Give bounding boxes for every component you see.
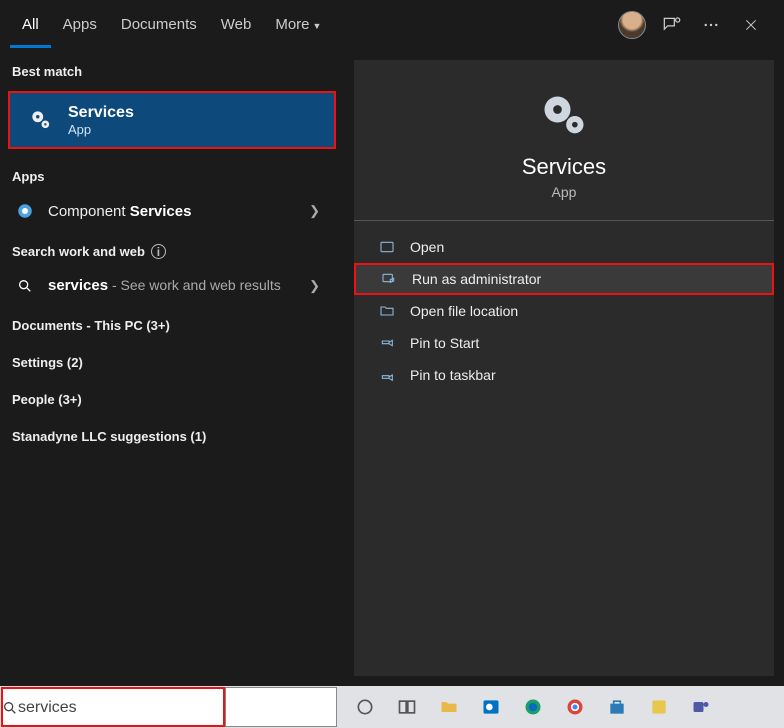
section-apps: Apps [0,155,344,192]
result-label: Component Services [48,203,191,220]
tab-more[interactable]: More ▼ [263,2,333,48]
edge-icon[interactable] [515,687,551,727]
feedback-icon[interactable] [656,10,686,40]
action-open-location[interactable]: Open file location [354,295,774,327]
user-avatar[interactable] [618,11,646,39]
action-open[interactable]: Open [354,231,774,263]
search-icon [14,278,36,294]
services-icon [28,107,54,133]
cortana-icon[interactable] [347,687,383,727]
store-icon[interactable] [599,687,635,727]
preview-panel: Services App Open Run as administrator [354,60,774,676]
notes-icon[interactable] [641,687,677,727]
result-bold: Services [130,203,192,220]
section-search-web: Search work and web i [0,230,344,267]
action-label: Pin to taskbar [410,367,496,383]
chrome-icon[interactable] [557,687,593,727]
taskbar-filter-box[interactable] [225,687,337,727]
top-tab-bar: All Apps Documents Web More ▼ [0,0,784,50]
best-match-title: Services [68,104,134,122]
section-people[interactable]: People (3+) [0,378,344,415]
action-label: Pin to Start [410,335,479,351]
result-label: services - See work and web results [48,277,281,294]
admin-icon [380,271,398,287]
tab-web[interactable]: Web [209,2,264,48]
tab-documents[interactable]: Documents [109,2,209,48]
pin-start-icon [378,335,396,351]
teams-icon[interactable] [683,687,719,727]
action-pin-taskbar[interactable]: Pin to taskbar [354,359,774,391]
open-icon [378,239,396,255]
search-icon [2,700,18,716]
best-match-result[interactable]: Services App [8,91,336,149]
action-label: Open [410,239,444,255]
outlook-icon[interactable] [473,687,509,727]
tab-apps[interactable]: Apps [51,2,109,48]
tab-more-label: More [275,16,309,33]
tab-all[interactable]: All [10,2,51,48]
more-options-icon[interactable] [696,10,726,40]
services-large-icon [537,90,591,142]
result-suffix: - See work and web results [108,277,281,293]
preview-header: Services App [354,60,774,221]
chevron-down-icon: ▼ [313,21,322,31]
result-prefix: Component [48,203,130,220]
folder-icon [378,303,396,319]
pin-taskbar-icon [378,367,396,383]
result-bold: services [48,277,108,294]
action-label: Run as administrator [412,271,541,287]
action-list: Open Run as administrator Open file loca… [354,221,774,391]
close-icon[interactable] [736,10,766,40]
preview-subtitle: App [552,184,577,200]
search-input[interactable] [18,699,231,717]
taskbar-search[interactable] [1,687,225,727]
task-view-icon[interactable] [389,687,425,727]
component-services-icon [14,202,36,220]
action-label: Open file location [410,303,518,319]
chevron-right-icon: ❯ [309,203,330,219]
action-pin-start[interactable]: Pin to Start [354,327,774,359]
section-settings[interactable]: Settings (2) [0,341,344,378]
file-explorer-icon[interactable] [431,687,467,727]
preview-title: Services [522,154,606,180]
taskbar [0,686,784,728]
section-search-web-label: Search work and web [12,244,145,259]
best-match-subtitle: App [68,122,134,137]
results-panel: Best match Services App Apps Component S… [0,50,344,686]
action-run-as-admin[interactable]: Run as administrator [354,263,774,295]
chevron-right-icon: ❯ [309,278,330,294]
result-component-services[interactable]: Component Services ❯ [0,192,344,230]
section-documents[interactable]: Documents - This PC (3+) [0,304,344,341]
result-web-services[interactable]: services - See work and web results ❯ [0,267,344,304]
section-best-match: Best match [0,50,344,87]
section-suggestions[interactable]: Stanadyne LLC suggestions (1) [0,415,344,452]
info-icon[interactable]: i [151,244,166,259]
best-match-text: Services App [68,104,134,137]
